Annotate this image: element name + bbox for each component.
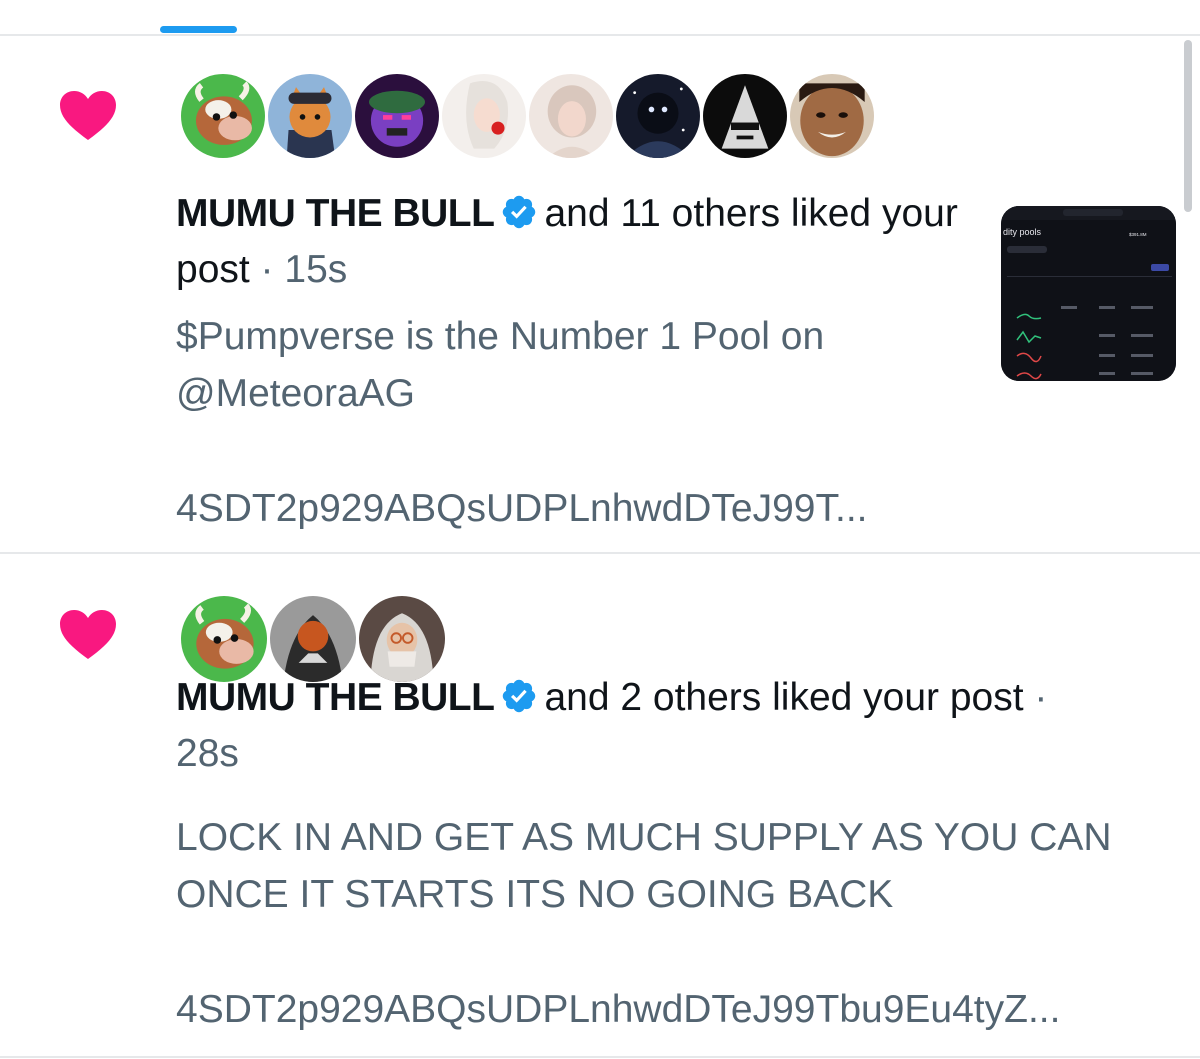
anime-avatar[interactable] bbox=[440, 72, 528, 160]
post-link[interactable]: 4SDT2p929ABQsUDPLnhwdDTeJ99Tbu9Eu4tyZ... bbox=[176, 985, 1060, 1035]
thumbnail-title: dity pools bbox=[1003, 227, 1042, 237]
notification-headline: MUMU THE BULL and 2 others liked your pos… bbox=[176, 670, 1176, 782]
actor-name[interactable]: MUMU THE BULL bbox=[176, 192, 495, 235]
verified-badge-icon bbox=[503, 679, 536, 713]
post-text: LOCK IN AND GET AS MUCH SUPPLY AS YOU CA… bbox=[176, 816, 1112, 916]
sunglasses-avatar[interactable] bbox=[701, 72, 789, 160]
bull-avatar[interactable] bbox=[179, 72, 267, 160]
timestamp: 28s bbox=[176, 732, 239, 775]
active-tab-indicator bbox=[160, 26, 237, 33]
post-thumbnail[interactable]: dity pools $391.8M bbox=[1001, 206, 1176, 381]
notification-divider bbox=[0, 1056, 1200, 1058]
notification-item[interactable]: MUMU THE BULL and 2 others liked your pos… bbox=[0, 554, 1200, 1056]
dark-space-avatar[interactable] bbox=[614, 72, 702, 160]
verified-badge-icon bbox=[503, 195, 536, 229]
thumbnail-value: $391.8M bbox=[1129, 232, 1147, 237]
notification-headline: MUMU THE BULL and 11 others liked your po… bbox=[176, 186, 966, 298]
actor-name[interactable]: MUMU THE BULL bbox=[176, 676, 495, 719]
girl-portrait-avatar[interactable] bbox=[527, 72, 615, 160]
timestamp: 15s bbox=[284, 248, 348, 291]
post-text: $Pumpverse is the Number 1 Pool on @Mete… bbox=[176, 315, 825, 415]
liker-avatars bbox=[179, 72, 876, 162]
separator: · bbox=[1023, 676, 1048, 719]
scrollbar[interactable] bbox=[1184, 40, 1192, 212]
heart-icon bbox=[60, 610, 116, 659]
post-link[interactable]: 4SDT2p929ABQsUDPLnhwdDTeJ99T... bbox=[176, 484, 868, 534]
purple-character-avatar[interactable] bbox=[353, 72, 441, 160]
action-text: and 2 others liked your post bbox=[544, 676, 1024, 719]
cat-avatar[interactable] bbox=[266, 72, 354, 160]
separator: · bbox=[249, 248, 285, 291]
child-face-avatar[interactable] bbox=[788, 72, 876, 160]
notification-item[interactable]: MUMU THE BULL and 11 others liked your po… bbox=[0, 36, 1200, 552]
heart-icon bbox=[60, 91, 116, 140]
